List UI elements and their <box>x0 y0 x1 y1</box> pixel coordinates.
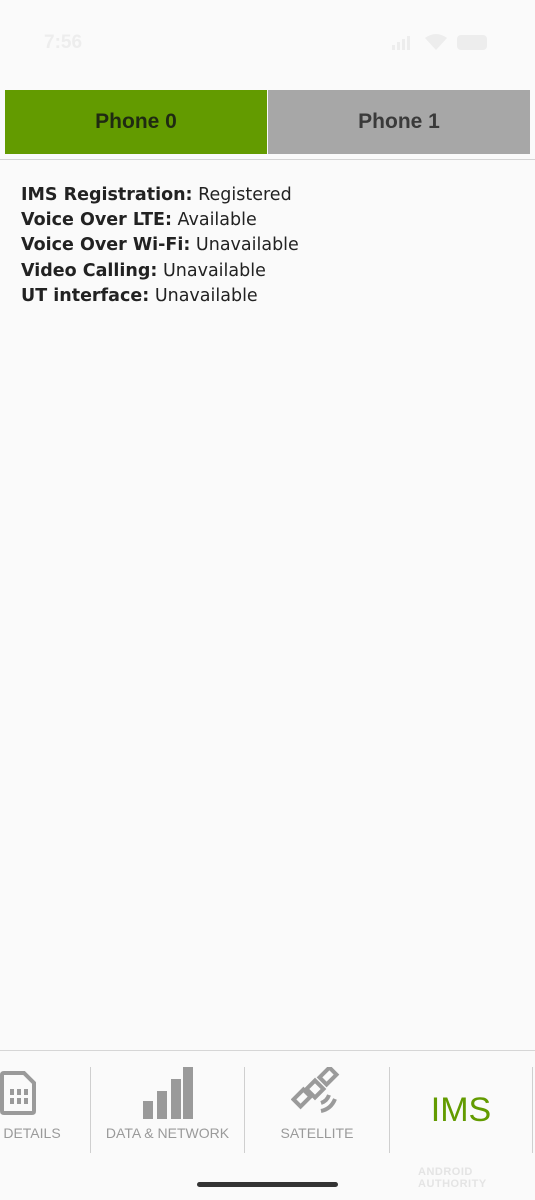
tab-phone-0[interactable]: Phone 0 <box>5 90 267 154</box>
signal-bars-icon <box>143 1067 193 1119</box>
status-bar: 7:56 <box>0 0 535 88</box>
info-value: Unavailable <box>195 235 299 256</box>
wifi-icon <box>425 34 447 50</box>
nav-item-data-network[interactable]: DATA & NETWORK <box>91 1051 244 1161</box>
info-label: Voice Over LTE: <box>21 210 172 231</box>
nav-label-data-network: DATA & NETWORK <box>105 1125 230 1141</box>
status-time: 7:56 <box>44 32 83 53</box>
info-row-voice-over-wifi: Voice Over Wi-Fi: Unavailable <box>21 233 299 258</box>
info-row-ims-registration: IMS Registration: Registered <box>21 183 299 208</box>
nav-item-ims[interactable]: IMS <box>390 1051 532 1161</box>
nav-label-satellite: SATELLITE <box>280 1125 354 1141</box>
home-indicator[interactable] <box>197 1182 338 1187</box>
sim-card-icon <box>0 1071 36 1115</box>
info-label: Voice Over Wi-Fi: <box>21 235 191 256</box>
bottom-nav: CE DETAILS DATA & NETWORK SATELLITE IMS <box>0 1051 535 1171</box>
satellite-icon <box>291 1067 340 1113</box>
nav-separator <box>532 1067 533 1153</box>
signal-icon <box>392 36 410 50</box>
phone-tabs: Phone 0 Phone 1 <box>5 90 530 154</box>
tab-phone-1[interactable]: Phone 1 <box>267 90 530 154</box>
tab-phone-1-label: Phone 1 <box>358 110 440 133</box>
nav-label-ims: IMS <box>430 1091 492 1129</box>
nav-label-device-details: CE DETAILS <box>0 1125 61 1141</box>
info-row-ut-interface: UT interface: Unavailable <box>21 284 299 309</box>
info-label: IMS Registration: <box>21 185 193 205</box>
info-value: Available <box>177 210 257 231</box>
nav-item-device-details[interactable]: CE DETAILS <box>0 1051 90 1161</box>
info-label: UT interface: <box>21 285 150 306</box>
info-value: Unavailable <box>154 285 258 306</box>
tabs-divider <box>0 159 535 160</box>
info-row-voice-over-lte: Voice Over LTE: Available <box>21 208 299 233</box>
tab-phone-0-label: Phone 0 <box>95 110 177 133</box>
battery-icon <box>457 34 487 50</box>
info-value: Unavailable <box>162 260 266 281</box>
info-label: Video Calling: <box>21 260 158 281</box>
ims-info-list: IMS Registration: Registered Voice Over … <box>21 183 299 309</box>
status-icons <box>391 34 487 50</box>
info-value: Registered <box>198 185 292 205</box>
watermark: ANDROID AUTHORITY <box>418 1166 487 1190</box>
nav-item-satellite[interactable]: SATELLITE <box>245 1051 389 1161</box>
info-row-video-calling: Video Calling: Unavailable <box>21 259 299 284</box>
